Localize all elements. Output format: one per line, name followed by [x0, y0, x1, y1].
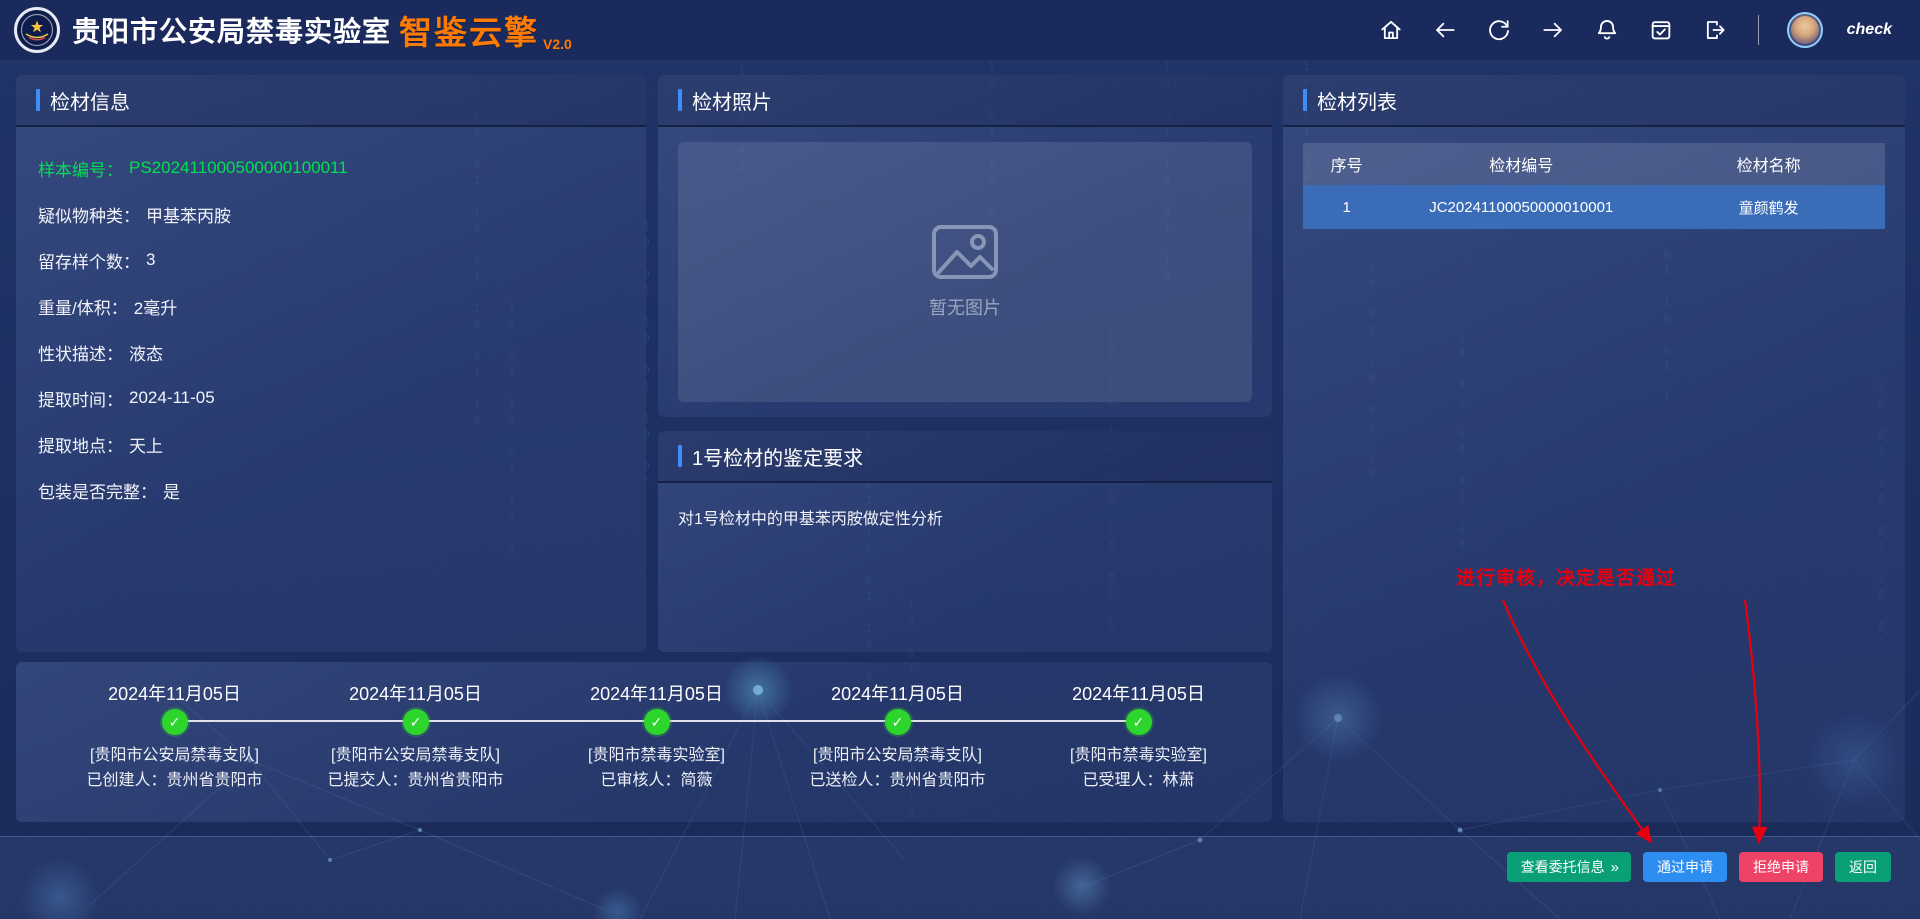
info-field-suspected-type: 疑似物种类： 甲基苯丙胺 [38, 191, 624, 237]
version-label: V2.0 [543, 36, 572, 52]
reject-application-button[interactable]: 拒绝申请 [1739, 852, 1823, 882]
sample-photo-body: 暂无图片 [658, 127, 1272, 417]
check-circle-icon: ✓ [162, 709, 188, 735]
title-accent-bar [36, 89, 40, 111]
forward-arrow-icon [1540, 17, 1566, 43]
info-field-appearance: 性状描述： 液态 [38, 329, 624, 375]
app-title: 贵阳市公安局禁毒实验室 [72, 10, 391, 50]
todo-button[interactable] [1646, 15, 1676, 45]
check-circle-icon: ✓ [885, 709, 911, 735]
footer-action-bar: 查看委托信息 » 通过申请 拒绝申请 返回 [0, 836, 1920, 919]
photo-empty-placeholder: 暂无图片 [678, 142, 1252, 402]
sample-list-table: 序号 检材编号 检材名称 1 JC20241100050000010001 童颜… [1303, 143, 1885, 229]
return-button[interactable]: 返回 [1835, 852, 1891, 882]
requirement-title: 1号检材的鉴定要求 [692, 442, 863, 471]
title-accent-bar [1303, 89, 1307, 111]
double-chevron-icon: » [1611, 859, 1617, 876]
title-accent-bar [678, 89, 682, 111]
refresh-button[interactable] [1484, 15, 1514, 45]
sample-list-title: 检材列表 [1317, 86, 1397, 115]
forward-button[interactable] [1538, 15, 1568, 45]
avatar[interactable] [1787, 12, 1823, 48]
info-field-extract-time: 提取时间： 2024-11-05 [38, 375, 624, 421]
check-circle-icon: ✓ [644, 709, 670, 735]
title-accent-bar [678, 445, 682, 467]
refresh-icon [1486, 17, 1512, 43]
sample-list-panel: 检材列表 序号 检材编号 检材名称 1 JC202411000500000100… [1283, 75, 1905, 822]
cell-index: 1 [1303, 185, 1390, 229]
timeline-step-submitted: 2024年11月05日 ✓ [贵阳市公安局禁毒支队] 已提交人：贵州省贵阳市 [295, 680, 536, 794]
sample-list-table-wrap: 序号 检材编号 检材名称 1 JC20241100050000010001 童颜… [1283, 127, 1905, 245]
no-image-icon [931, 224, 999, 280]
requirement-panel-header: 1号检材的鉴定要求 [658, 431, 1272, 483]
bell-icon [1594, 17, 1620, 43]
brand-logo: 智鉴云擎 [399, 6, 539, 54]
cell-name: 童颜鹤发 [1652, 185, 1885, 229]
timeline-step-reviewed: 2024年11月05日 ✓ [贵阳市禁毒实验室] 已审核人：简薇 [536, 680, 777, 794]
info-field-extract-place: 提取地点： 天上 [38, 421, 624, 467]
approve-application-button[interactable]: 通过申请 [1643, 852, 1727, 882]
home-button[interactable] [1376, 15, 1406, 45]
timeline-step-accepted: 2024年11月05日 ✓ [贵阳市禁毒实验室] 已受理人：林萧 [1018, 680, 1259, 794]
sample-photo-panel: 检材照片 暂无图片 [658, 75, 1272, 417]
home-icon [1378, 17, 1404, 43]
process-timeline: 2024年11月05日 ✓ [贵阳市公安局禁毒支队] 已创建人：贵州省贵阳市 2… [16, 662, 1272, 794]
no-image-text: 暂无图片 [929, 294, 1001, 320]
notifications-button[interactable] [1592, 15, 1622, 45]
sample-info-panel-header: 检材信息 [16, 75, 646, 127]
header-actions: check [1376, 12, 1892, 48]
cell-code: JC20241100050000010001 [1390, 185, 1652, 229]
view-commission-info-button[interactable]: 查看委托信息 » [1507, 852, 1631, 882]
back-button[interactable] [1430, 15, 1460, 45]
logout-icon [1702, 17, 1728, 43]
info-field-sample-number: 样本编号： PS202411000500000100011 [38, 145, 624, 191]
info-field-package-intact: 包装是否完整： 是 [38, 467, 624, 513]
app-header: 贵阳市公安局禁毒实验室 智鉴云擎 V2.0 [0, 0, 1920, 60]
sample-info-title: 检材信息 [50, 86, 130, 115]
requirement-panel: 1号检材的鉴定要求 对1号检材中的甲基苯丙胺做定性分析 [658, 431, 1272, 652]
timeline-panel: 2024年11月05日 ✓ [贵阳市公安局禁毒支队] 已创建人：贵州省贵阳市 2… [16, 662, 1272, 822]
sample-info-panel: 检材信息 样本编号： PS202411000500000100011 疑似物种类… [16, 75, 646, 652]
footer-buttons: 查看委托信息 » 通过申请 拒绝申请 返回 [1507, 852, 1891, 882]
sample-photo-panel-header: 检材照片 [658, 75, 1272, 127]
header-divider [1758, 15, 1759, 45]
review-annotation-text: 进行审核，决定是否通过 [1456, 563, 1676, 590]
sample-photo-title: 检材照片 [692, 86, 772, 115]
sample-info-body: 样本编号： PS202411000500000100011 疑似物种类： 甲基苯… [16, 127, 646, 531]
info-field-weight-volume: 重量/体积： 2毫升 [38, 283, 624, 329]
column-header-code: 检材编号 [1390, 143, 1652, 185]
logout-button[interactable] [1700, 15, 1730, 45]
table-header-row: 序号 检材编号 检材名称 [1303, 143, 1885, 185]
back-arrow-icon [1432, 17, 1458, 43]
timeline-step-sent: 2024年11月05日 ✓ [贵阳市公安局禁毒支队] 已送检人：贵州省贵阳市 [777, 680, 1018, 794]
table-row[interactable]: 1 JC20241100050000010001 童颜鹤发 [1303, 185, 1885, 229]
sample-list-panel-header: 检材列表 [1283, 75, 1905, 127]
info-field-retained-count: 留存样个数： 3 [38, 237, 624, 283]
column-header-index: 序号 [1303, 143, 1390, 185]
police-badge-logo [14, 7, 60, 53]
todo-check-icon [1648, 17, 1674, 43]
timeline-step-created: 2024年11月05日 ✓ [贵阳市公安局禁毒支队] 已创建人：贵州省贵阳市 [54, 680, 295, 794]
check-circle-icon: ✓ [403, 709, 429, 735]
check-circle-icon: ✓ [1126, 709, 1152, 735]
username-label[interactable]: check [1847, 21, 1892, 39]
column-header-name: 检材名称 [1652, 143, 1885, 185]
requirement-content: 对1号检材中的甲基苯丙胺做定性分析 [658, 483, 1272, 551]
